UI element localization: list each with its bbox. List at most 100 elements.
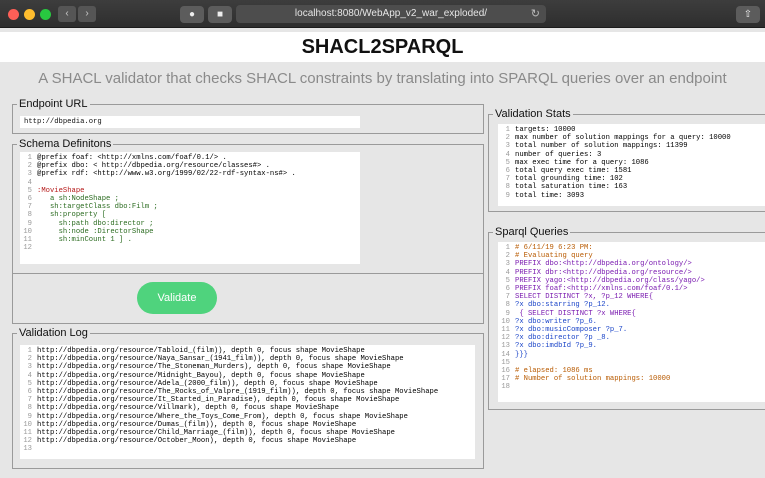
code-line: 9 total time: 3093: [498, 192, 765, 200]
code-line: 4 http://dbpedia.org/resource/Midnight_Ba…: [20, 372, 475, 380]
extension-2-icon[interactable]: ■: [208, 6, 232, 23]
forward-icon[interactable]: ›: [78, 6, 96, 22]
code-line-text: # 6/11/19 6:23 PM:: [515, 244, 593, 252]
line-number: 11: [501, 326, 510, 335]
validation-log-legend: Validation Log: [19, 327, 88, 339]
code-line: 4 number of queries: 3: [498, 151, 765, 159]
code-line: 17 # Number of solution mappings: 10000: [498, 375, 765, 383]
page-subtitle: A SHACL validator that checks SHACL cons…: [38, 70, 727, 87]
schema-editor[interactable]: 1 @prefix foaf: <http://xmlns.com/foaf/0.…: [20, 152, 360, 264]
code-line: 8 sh:property [: [20, 211, 360, 219]
validation-stats-output[interactable]: 1 targets: 10000 2 max number of solution m…: [498, 124, 765, 206]
line-number: 6: [27, 195, 32, 204]
line-number: 13: [23, 445, 32, 454]
address-bar[interactable]: localhost:8080/WebApp_v2_war_exploded/ ↻: [236, 5, 546, 23]
code-line: 6 PREFIX foaf:<http://xmlns.com/foaf/0.1/…: [498, 285, 765, 293]
code-line: 16 # elapsed: 1086 ms: [498, 367, 765, 375]
code-line-text: http://dbpedia.org/resource/Dumas_(film)…: [37, 420, 357, 429]
code-line-text: http://dbpedia.org/resource/Adela_(2000_…: [37, 379, 378, 388]
line-number: 10: [23, 227, 32, 236]
code-line: 2 max number of solution mappings for a q…: [498, 134, 765, 142]
line-number: 12: [23, 437, 32, 446]
share-icon[interactable]: ⇧: [736, 6, 760, 23]
code-line: 6 total query exec time: 1581: [498, 167, 765, 175]
code-line-text: http://dbpedia.org/resource/Naya_Sansar_…: [37, 355, 404, 364]
line-number: 4: [505, 268, 510, 277]
code-line-text: http://dbpedia.org/resource/The_Stoneman…: [37, 363, 391, 372]
code-line: 6 http://dbpedia.org/resource/The_Rocks_o…: [20, 388, 475, 396]
code-line: 13 ?x dbo:imdbId ?p_9.: [498, 342, 765, 350]
endpoint-url-input[interactable]: http://dbpedia.org: [20, 116, 360, 128]
code-line-text: # Evaluating query: [515, 252, 593, 261]
code-line-text: ?x dbo:director ?p _8.: [515, 334, 610, 343]
line-number: 2: [505, 252, 510, 261]
code-line: 1 targets: 10000: [498, 126, 765, 134]
code-line-text: ?x dbo:starring ?p_12.: [515, 301, 610, 310]
line-number: 2: [27, 355, 32, 364]
line-number: 13: [501, 342, 510, 351]
code-line-text: sh:path dbo:director ;: [37, 219, 154, 228]
code-line-text: http://dbpedia.org/resource/Where_the_To…: [37, 412, 408, 421]
code-line: 18: [498, 383, 765, 391]
line-number: 1: [27, 347, 32, 355]
code-line-text: http://dbpedia.org/resource/October_Moon…: [37, 437, 357, 446]
code-line-text: PREFIX dbr:<http://dbpedia.org/resource/…: [515, 268, 692, 277]
code-line: 10 ?x dbo:writer ?p_6.: [498, 318, 765, 326]
line-number: 5: [27, 379, 32, 388]
sparql-queries-output[interactable]: 1 # 6/11/19 6:23 PM: 2 # Evaluating query 3 P…: [498, 242, 765, 402]
code-line-text: # Number of solution mappings: 10000: [515, 375, 671, 384]
code-line: 5 PREFIX yago:<http://dbpedia.org/class/y…: [498, 277, 765, 285]
line-number: 5: [27, 186, 32, 195]
line-number: 9: [505, 191, 510, 200]
code-line: 5 max exec time for a query: 1086: [498, 159, 765, 167]
code-line-text: http://dbpedia.org/resource/It_Started_i…: [37, 396, 400, 405]
code-line: 8 http://dbpedia.org/resource/Villmark), …: [20, 404, 475, 412]
code-line: 7 sh:targetClass dbo:Film ;: [20, 203, 360, 211]
code-line: 7 http://dbpedia.org/resource/It_Started_…: [20, 396, 475, 404]
line-number: 3: [27, 170, 32, 179]
validate-button[interactable]: Validate: [137, 282, 217, 314]
minimize-window-icon[interactable]: [24, 9, 35, 20]
code-line: 4 PREFIX dbr:<http://dbpedia.org/resource…: [498, 269, 765, 277]
code-line-text: sh:node :DirectorShape: [37, 227, 154, 236]
line-number: 7: [27, 396, 32, 405]
back-icon[interactable]: ‹: [58, 6, 76, 22]
line-number: 16: [501, 367, 510, 376]
code-line: 10 http://dbpedia.org/resource/Dumas_(fil…: [20, 421, 475, 429]
line-number: 5: [505, 158, 510, 167]
reload-icon[interactable]: ↻: [531, 5, 540, 23]
code-line-text: ?x dbo:musicComposer ?p_7.: [515, 326, 628, 335]
code-line-text: targets: 10000: [515, 126, 576, 134]
line-number: 3: [505, 260, 510, 269]
line-number: 1: [27, 154, 32, 162]
code-line: 8 total saturation time: 163: [498, 183, 765, 191]
code-line-text: http://dbpedia.org/resource/Child_Marria…: [37, 429, 395, 438]
code-line: 1 @prefix foaf: <http://xmlns.com/foaf/0.…: [20, 154, 360, 162]
code-line-text: ?x dbo:imdbId ?p_9.: [515, 342, 597, 351]
maximize-window-icon[interactable]: [40, 9, 51, 20]
line-number: 1: [505, 244, 510, 252]
line-number: 15: [501, 358, 510, 367]
code-line-text: # elapsed: 1086 ms: [515, 367, 593, 376]
code-line: 5 http://dbpedia.org/resource/Adela_(2000…: [20, 380, 475, 388]
code-line-text: sh:targetClass dbo:Film ;: [37, 203, 158, 212]
browser-toolbar: ‹ › ● ■ localhost:8080/WebApp_v2_war_exp…: [0, 0, 765, 28]
page-title: SHACL2SPARQL: [0, 32, 765, 62]
line-number: 4: [505, 150, 510, 159]
extension-icon[interactable]: ●: [180, 6, 204, 23]
code-line-text: total saturation time: 163: [515, 183, 628, 192]
code-line: 3 PREFIX dbo:<http://dbpedia.org/ontology…: [498, 260, 765, 268]
line-number: 5: [505, 276, 510, 285]
validate-panel: [12, 274, 484, 324]
line-number: 1: [505, 126, 510, 134]
code-line-text: PREFIX yago:<http://dbpedia.org/class/ya…: [515, 276, 705, 285]
code-line: 1 http://dbpedia.org/resource/Tabloid_(fi…: [20, 347, 475, 355]
validation-log-output[interactable]: 1 http://dbpedia.org/resource/Tabloid_(fi…: [20, 345, 475, 459]
code-line: 2 http://dbpedia.org/resource/Naya_Sansar…: [20, 355, 475, 363]
close-window-icon[interactable]: [8, 9, 19, 20]
code-line-text: total grounding time: 102: [515, 175, 623, 184]
line-number: 11: [23, 429, 32, 438]
code-line: 11 sh:minCount 1 ] .: [20, 236, 360, 244]
line-number: 6: [505, 167, 510, 176]
url-text: localhost:8080/WebApp_v2_war_exploded/: [294, 8, 488, 19]
